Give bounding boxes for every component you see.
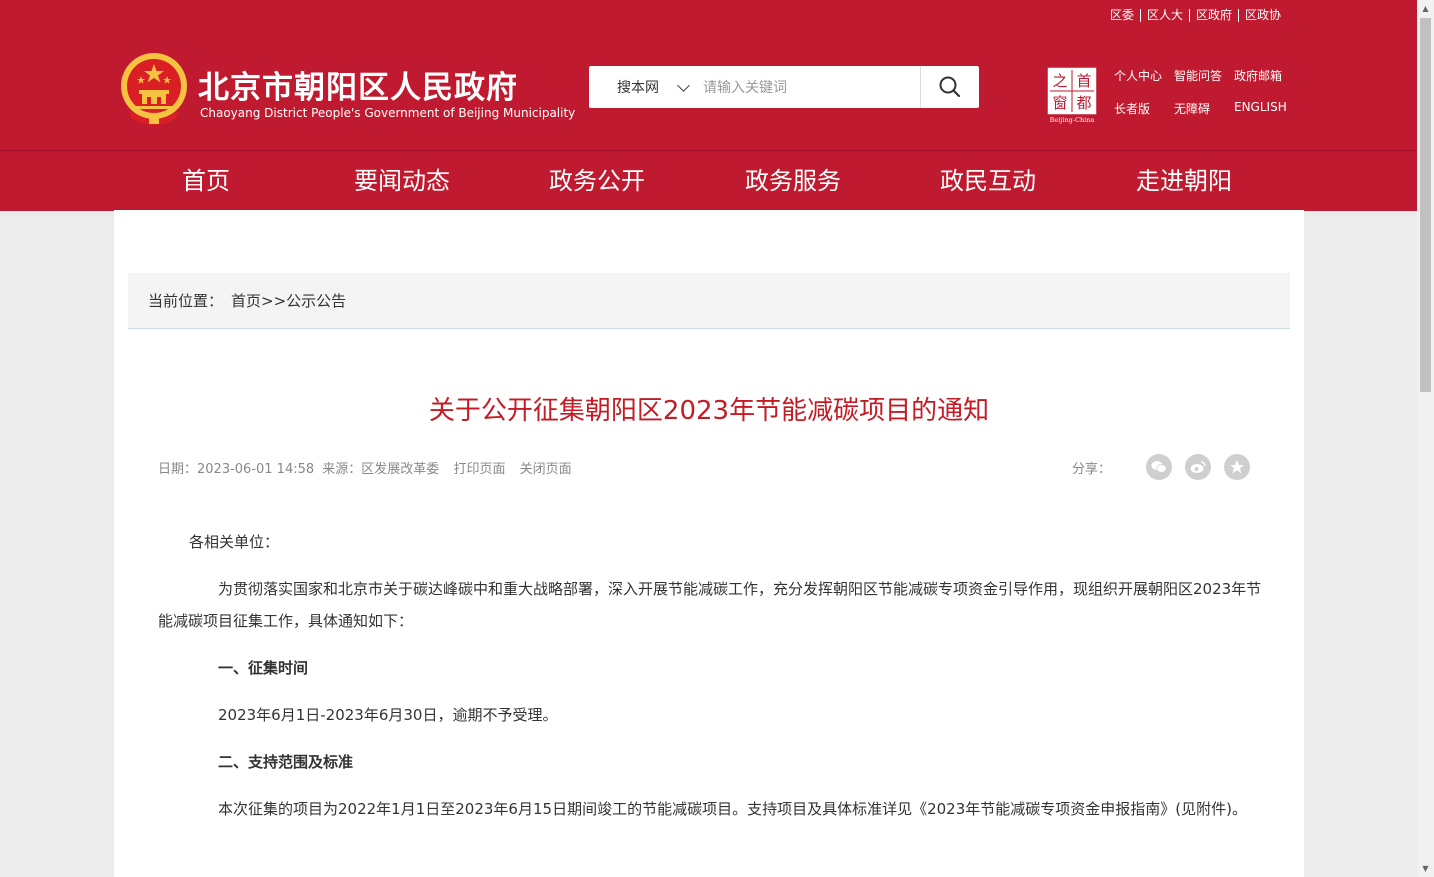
nav-public-interaction[interactable]: 政民互动 [938,151,1038,211]
nav-home[interactable]: 首页 [158,151,254,211]
article-title: 关于公开征集朝阳区2023年节能减碳项目的通知 [428,396,990,426]
capital-window-seal-icon: 首 之 都 窗 Beijing-China [1046,66,1098,124]
breadcrumb-label: 当前位置： [148,292,224,310]
nav-about-chaoyang[interactable]: 走进朝阳 [1134,151,1234,211]
link-accessibility[interactable]: 无障碍 [1174,100,1234,117]
share-bar: 分享： [1072,454,1250,480]
nav-news[interactable]: 要闻动态 [352,151,452,213]
main-nav: 首页 要闻动态 政务公开 政务服务 政民互动 走进朝阳 [0,150,1417,213]
header-right-links: 个人中心 智能问答 政府邮箱 长者版 无障碍 ENGLISH [1114,67,1294,133]
top-link-district-congress[interactable]: 区人大 [1139,9,1189,22]
article-page: 当前位置： 首页 >> 公示公告 关于公开征集朝阳区2023年节能减碳项目的通知… [114,210,1304,877]
article-date: 日期：2023-06-01 14:58 [158,462,315,477]
link-smart-qa[interactable]: 智能问答 [1174,67,1234,84]
article-section-heading: 二、支持范围及标准 [218,753,354,771]
seal-caption: Beijing-China [1050,116,1095,124]
link-english[interactable]: ENGLISH [1234,100,1294,117]
top-link-district-government[interactable]: 区政府 [1188,9,1238,22]
nav-government-services[interactable]: 政务服务 [743,151,843,211]
breadcrumb-separator: >> [261,291,287,310]
article-salutation: 各相关单位： [189,533,280,551]
top-link-district-committee[interactable]: 区委 [1104,9,1140,22]
scroll-down-arrow-icon[interactable]: ▼ [1417,860,1434,877]
breadcrumb-current[interactable]: 公示公告 [286,290,346,311]
search-button[interactable] [920,66,979,108]
chevron-down-icon [677,79,690,92]
weibo-share-icon[interactable] [1185,454,1211,480]
seal-char-du: 都 [1076,94,1091,112]
search-scope-select[interactable]: 搜本网 [589,66,699,108]
search-input[interactable] [701,66,910,110]
nav-government-affairs[interactable]: 政务公开 [547,151,647,211]
close-page-link[interactable]: 关闭页面 [520,462,572,477]
article-paragraph: 本次征集的项目为2022年1月1日至2023年6月15日期间竣工的节能减碳项目。… [218,800,1247,818]
top-links: 区委 区人大 区政府 区政协 [1104,9,1287,22]
article-body: 各相关单位： 为贯彻落实国家和北京市关于碳达峰碳中和重大战略部署，深入开展节能减… [158,526,1262,840]
favorite-star-icon[interactable] [1224,454,1250,480]
search-scope-label: 搜本网 [617,80,659,96]
national-emblem-icon [121,53,187,125]
site-title[interactable]: 北京市朝阳区人民政府 [198,62,518,107]
article-meta: 日期：2023-06-01 14:58 来源：区发展改革委 打印页面 关闭页面 [158,458,582,477]
site-header: 区委 区人大 区政府 区政协 北京市朝阳区人民政府 Chaoyang Distr… [0,0,1417,150]
scrollbar-thumb[interactable] [1420,18,1431,392]
breadcrumb-home[interactable]: 首页 [231,290,261,311]
article-paragraph: 为贯彻落实国家和北京市关于碳达峰碳中和重大战略部署，深入开展节能减碳工作，充分发… [158,580,1262,630]
search-icon [939,76,961,98]
top-link-district-cppcc[interactable]: 区政协 [1237,9,1287,22]
breadcrumb: 当前位置： 首页 >> 公示公告 [128,273,1290,329]
capital-window-logo[interactable]: 首 之 都 窗 Beijing-China [1046,66,1098,124]
share-label: 分享： [1071,461,1111,477]
seal-char-chuang: 窗 [1052,94,1067,112]
link-elder-version[interactable]: 长者版 [1114,100,1174,117]
link-personal-center[interactable]: 个人中心 [1114,67,1174,84]
article-source: 来源：区发展改革委 [322,462,440,477]
site-subtitle: Chaoyang District People's Government of… [200,106,576,120]
scroll-up-arrow-icon[interactable]: ▲ [1417,0,1434,17]
article-paragraph: 2023年6月1日-2023年6月30日，逾期不予受理。 [218,706,558,724]
vertical-scrollbar[interactable]: ▲ ▼ [1417,0,1434,877]
article-section-heading: 一、征集时间 [218,659,309,677]
link-government-mailbox[interactable]: 政府邮箱 [1234,67,1294,84]
wechat-share-icon[interactable] [1146,454,1172,480]
seal-char-zhi: 之 [1052,72,1067,90]
search-bar: 搜本网 [589,66,979,110]
seal-char-shou: 首 [1076,72,1091,90]
print-page-link[interactable]: 打印页面 [453,462,505,477]
